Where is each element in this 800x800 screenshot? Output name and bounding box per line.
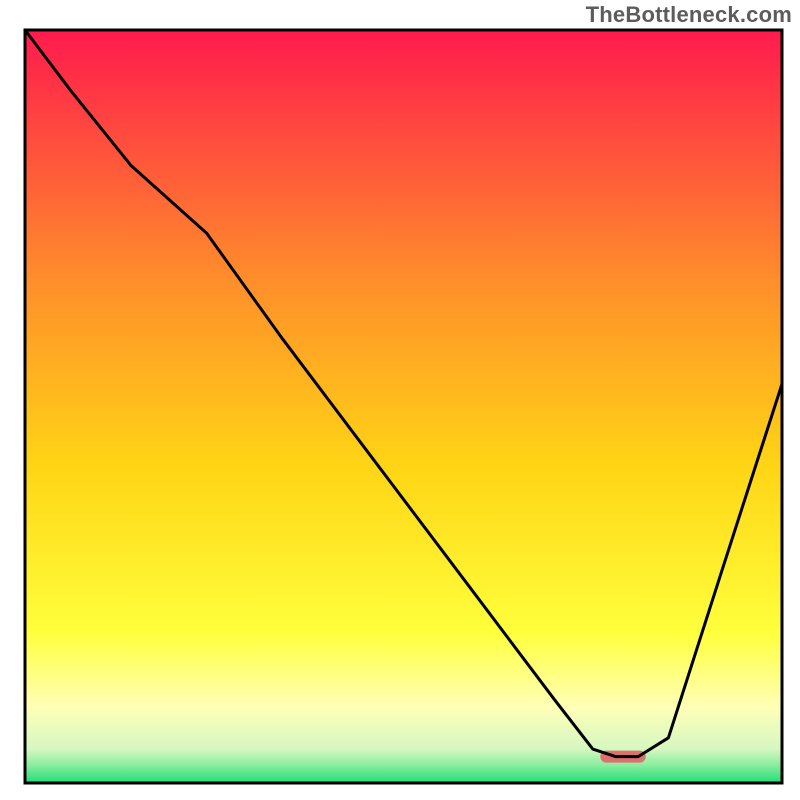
chart-container: TheBottleneck.com	[0, 0, 800, 800]
watermark-text: TheBottleneck.com	[586, 2, 792, 28]
bottleneck-chart	[0, 0, 800, 800]
plot-background	[25, 30, 782, 783]
